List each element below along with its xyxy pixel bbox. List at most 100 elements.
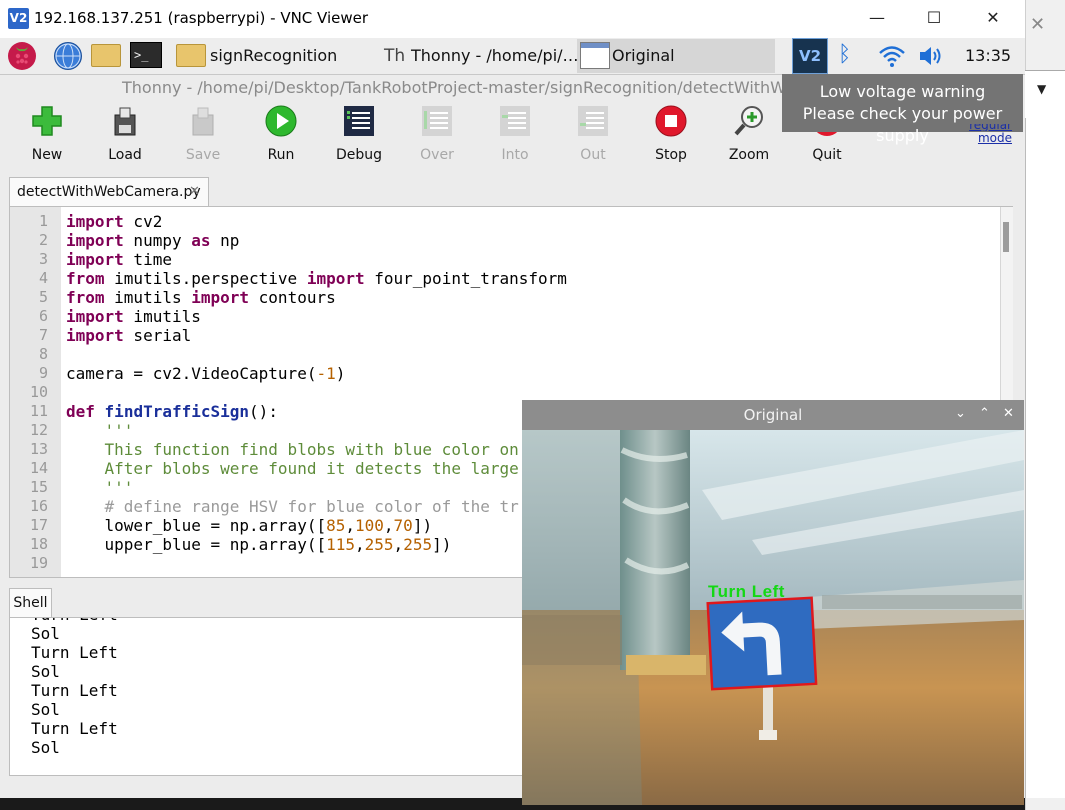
- original-close-icon[interactable]: ✕: [1003, 406, 1014, 421]
- code-line[interactable]: from imutils.perspective import four_poi…: [66, 269, 567, 288]
- code-token: 255: [403, 535, 433, 554]
- code-token: import: [306, 269, 365, 288]
- code-line[interactable]: This function find blobs with blue color…: [66, 440, 519, 459]
- raspberry-icon: [12, 47, 32, 68]
- code-token: import: [66, 212, 124, 231]
- code-line[interactable]: def findTrafficSign():: [66, 402, 278, 421]
- vnc-tray-icon[interactable]: V2: [792, 38, 828, 74]
- code-token: ''': [104, 478, 134, 497]
- tab-shell[interactable]: Shell: [9, 588, 52, 618]
- code-token: np: [210, 231, 240, 250]
- code-token: import: [191, 288, 250, 307]
- code-line[interactable]: import time: [66, 250, 172, 269]
- taskbar-item-thonny[interactable]: Thonny - /home/pi/…: [411, 46, 579, 65]
- code-line[interactable]: from imutils import contours: [66, 288, 336, 307]
- vnc-close-button[interactable]: ✕: [964, 0, 1022, 38]
- code-line[interactable]: camera = cv2.VideoCapture(-1): [66, 364, 345, 383]
- code-line[interactable]: # define range HSV for blue color of the…: [66, 497, 519, 516]
- step-over-button[interactable]: Over: [402, 105, 472, 167]
- wifi-icon[interactable]: [877, 43, 907, 69]
- taskbar-item-signrecognition[interactable]: signRecognition: [210, 46, 337, 65]
- new-button[interactable]: New: [12, 105, 82, 167]
- chevron-down-icon[interactable]: ▼: [1037, 82, 1046, 96]
- step-out-label: Out: [580, 147, 606, 163]
- code-token: ): [335, 364, 346, 383]
- step-over-icon: [422, 106, 452, 136]
- code-token: This function find blobs with blue color…: [104, 440, 519, 459]
- code-token: 70: [393, 516, 413, 535]
- step-into-label: Into: [501, 147, 529, 163]
- line-number: 2: [38, 231, 48, 249]
- line-number: 15: [29, 478, 48, 496]
- step-over-label: Over: [420, 147, 454, 163]
- volume-icon[interactable]: [916, 43, 946, 69]
- code-token: After blobs were found it detects the la…: [104, 459, 519, 478]
- shell-output-line: Turn Left: [31, 643, 118, 662]
- original-maximize-icon[interactable]: ⌃: [979, 406, 990, 421]
- zoom-button[interactable]: Zoom: [714, 105, 784, 167]
- bluetooth-icon[interactable]: ᛒ: [838, 42, 851, 67]
- original-minimize-icon[interactable]: ⌄: [955, 406, 966, 421]
- code-line[interactable]: import numpy as np: [66, 231, 239, 250]
- debug-button[interactable]: Debug: [324, 105, 394, 167]
- vnc-minimize-button[interactable]: —: [848, 0, 906, 38]
- vnc-maximize-button[interactable]: ☐: [905, 0, 963, 38]
- zoom-icon: [734, 106, 763, 136]
- line-number: 3: [38, 250, 48, 268]
- code-line[interactable]: ''': [66, 478, 134, 497]
- save-button[interactable]: Save: [168, 105, 238, 167]
- code-line[interactable]: After blobs were found it detects the la…: [66, 459, 519, 478]
- code-token: findTrafficSign: [104, 402, 250, 421]
- line-number: 5: [38, 288, 48, 306]
- run-button[interactable]: Run: [246, 105, 316, 167]
- code-line[interactable]: import imutils: [66, 307, 201, 326]
- line-number: 19: [29, 554, 48, 572]
- code-token: from: [66, 288, 105, 307]
- line-number: 8: [38, 345, 48, 363]
- window-icon: [580, 42, 610, 69]
- close-icon[interactable]: ✕: [189, 184, 200, 199]
- step-out-icon: [578, 106, 608, 136]
- thonny-window-title: Thonny - /home/pi/Desktop/TankRobotProje…: [122, 78, 893, 97]
- code-line[interactable]: import cv2: [66, 212, 162, 231]
- terminal-icon[interactable]: >_: [130, 42, 162, 68]
- line-number: 16: [29, 497, 48, 515]
- code-token: camera = cv2.VideoCapture(: [66, 364, 317, 383]
- code-token: def: [66, 402, 95, 421]
- taskbar-item-original-label: Original: [612, 46, 675, 65]
- code-token: 100: [355, 516, 384, 535]
- line-number: 6: [38, 307, 48, 325]
- line-number: 9: [38, 364, 48, 382]
- editor-scrollbar-thumb[interactable]: [1003, 222, 1009, 252]
- tooltip-line-1: Low voltage warning: [819, 82, 986, 101]
- load-button[interactable]: Load: [90, 105, 160, 167]
- step-out-button[interactable]: Out: [558, 105, 628, 167]
- code-token: cv2: [123, 212, 163, 231]
- code-line[interactable]: lower_blue = np.array([85,100,70]): [66, 516, 433, 535]
- code-line[interactable]: import serial: [66, 326, 191, 345]
- step-into-button[interactable]: Into: [480, 105, 550, 167]
- shell-output-line: Sol: [31, 662, 60, 681]
- raspberry-menu-icon[interactable]: [8, 42, 36, 70]
- web-browser-icon[interactable]: [54, 42, 82, 70]
- load-icon: [114, 107, 136, 136]
- code-token: # define range HSV for blue color of the…: [104, 497, 519, 516]
- shell-output-line: Sol: [31, 624, 60, 643]
- code-token: import: [66, 326, 124, 345]
- file-manager-icon[interactable]: [91, 44, 121, 67]
- regular-mode-link[interactable]: regular mode: [962, 124, 1012, 146]
- code-line[interactable]: ''': [66, 421, 134, 440]
- shell-output-line: Turn Left: [31, 681, 118, 700]
- original-window-title: Original: [743, 406, 803, 424]
- line-number: 17: [29, 516, 48, 534]
- background-close-icon[interactable]: ✕: [1030, 14, 1045, 35]
- code-line[interactable]: upper_blue = np.array([115,255,255]): [66, 535, 452, 554]
- regular-mode-line-1: regular: [969, 124, 1012, 131]
- stop-button[interactable]: Stop: [636, 105, 706, 167]
- tab-detectwithwebcamera[interactable]: detectWithWebCamera.py: [9, 177, 209, 206]
